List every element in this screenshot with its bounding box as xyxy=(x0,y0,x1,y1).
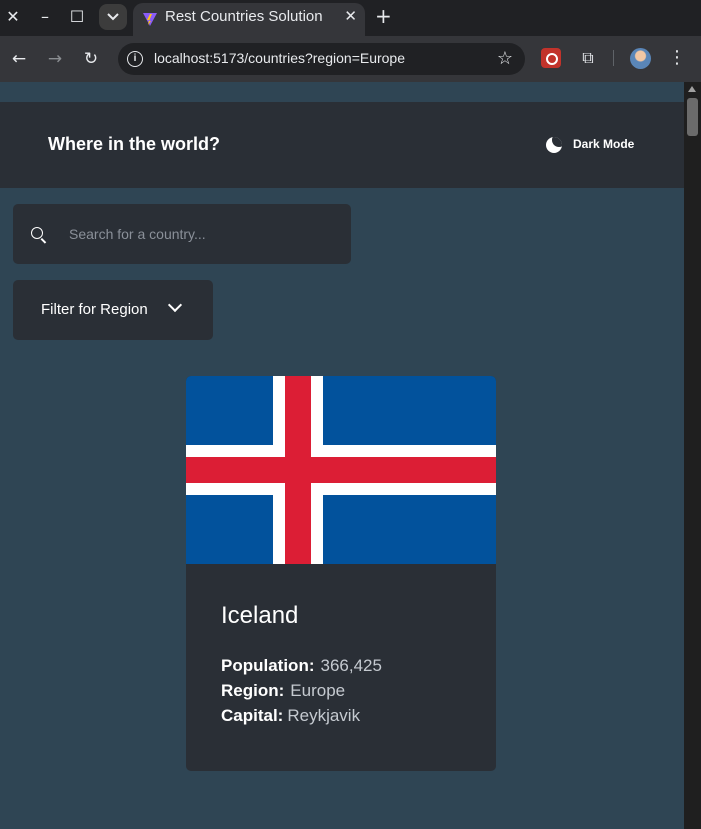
region-label: Region: xyxy=(221,681,285,700)
browser-titlebar: ✕ – ☐ Rest Countries Solution ✕ + xyxy=(0,0,701,36)
country-name: Iceland xyxy=(221,602,299,629)
forward-icon[interactable]: → xyxy=(43,47,67,71)
dark-mode-label: Dark Mode xyxy=(573,137,635,151)
region-value: Europe xyxy=(290,681,346,700)
tab-close-icon[interactable]: ✕ xyxy=(344,7,357,25)
search-input[interactable] xyxy=(69,222,329,246)
maximize-window-icon[interactable]: ☐ xyxy=(65,6,89,28)
vite-favicon-icon xyxy=(143,13,157,26)
chevron-down-icon xyxy=(107,13,119,21)
scrollbar-thumb[interactable] xyxy=(687,98,698,136)
new-tab-icon[interactable]: + xyxy=(375,4,392,28)
profile-avatar[interactable] xyxy=(630,48,651,69)
extensions-puzzle-icon[interactable]: ⧉ xyxy=(578,48,598,68)
extension-icon[interactable] xyxy=(541,48,561,68)
toolbar-divider xyxy=(613,50,614,66)
region-row: Region: Europe xyxy=(221,681,345,701)
site-info-icon[interactable]: i xyxy=(127,51,143,67)
browser-tab[interactable]: Rest Countries Solution ✕ xyxy=(133,3,365,36)
region-filter-dropdown[interactable]: Filter for Region xyxy=(13,280,213,340)
minimize-window-icon[interactable]: – xyxy=(33,6,57,28)
site-header: Where in the world? Dark Mode xyxy=(0,102,684,188)
chevron-down-icon xyxy=(167,297,183,313)
scroll-up-arrow-icon[interactable] xyxy=(688,86,696,92)
tab-search-button[interactable] xyxy=(99,4,127,30)
page-title[interactable]: Where in the world? xyxy=(48,134,220,155)
population-label: Population: xyxy=(221,656,315,675)
page-viewport: Where in the world? Dark Mode Filter for… xyxy=(0,82,684,829)
country-flag xyxy=(186,376,496,564)
search-box[interactable] xyxy=(13,204,351,264)
population-row: Population: 366,425 xyxy=(221,656,382,676)
url-text[interactable]: localhost:5173/countries?region=Europe xyxy=(154,50,405,66)
close-window-icon[interactable]: ✕ xyxy=(1,6,25,28)
scrollbar[interactable] xyxy=(684,82,701,829)
moon-icon xyxy=(546,137,562,153)
population-value: 366,425 xyxy=(320,656,382,675)
reload-icon[interactable]: ↻ xyxy=(79,47,103,71)
search-icon xyxy=(31,227,43,239)
filter-label: Filter for Region xyxy=(41,301,148,318)
capital-value: Reykjavik xyxy=(287,706,361,725)
capital-row: Capital: Reykjavik xyxy=(221,706,360,726)
bookmark-star-icon[interactable]: ☆ xyxy=(497,48,513,69)
address-bar[interactable]: i localhost:5173/countries?region=Europe… xyxy=(118,43,525,75)
country-card[interactable]: Iceland Population: 366,425 Region: Europe… xyxy=(186,376,496,771)
menu-kebab-icon[interactable]: ⋮ xyxy=(668,47,686,68)
tab-title: Rest Countries Solution xyxy=(165,8,323,25)
capital-label: Capital: xyxy=(221,706,284,725)
back-icon[interactable]: ← xyxy=(7,47,31,71)
